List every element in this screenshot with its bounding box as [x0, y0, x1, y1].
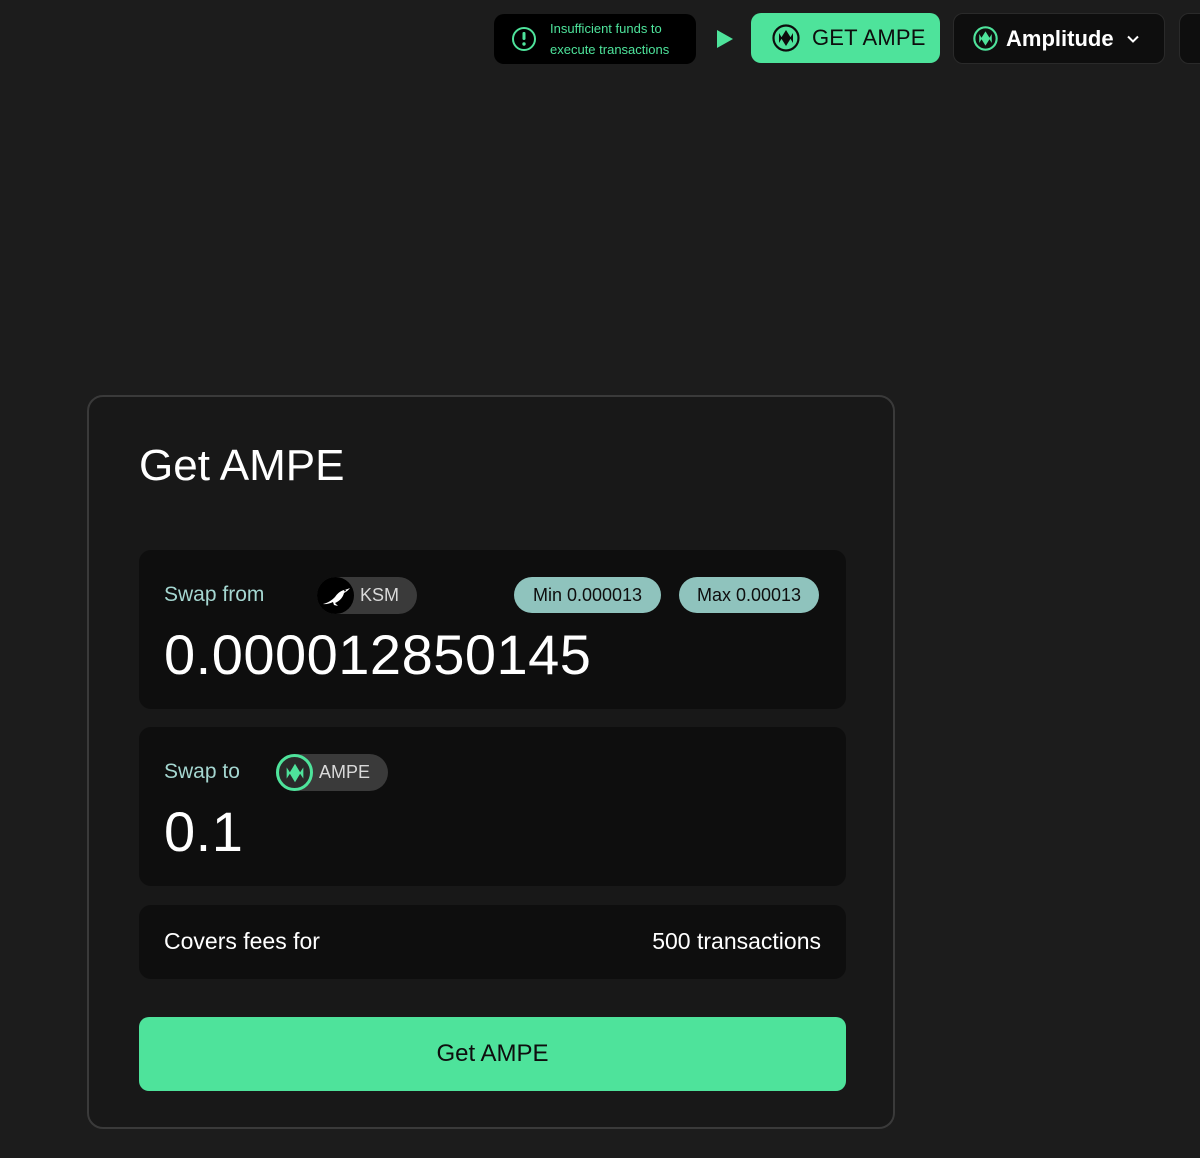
play-triangle-icon: [717, 30, 733, 48]
account-button[interactable]: [1179, 13, 1200, 64]
kusama-bird-icon: [317, 577, 354, 614]
chevron-down-icon: [1127, 35, 1139, 43]
swap-to-label: Swap to: [164, 760, 240, 783]
max-amount-button[interactable]: Max 0.00013: [679, 577, 819, 613]
network-label: Amplitude: [1006, 25, 1114, 51]
swap-from-label: Swap from: [164, 583, 265, 606]
swap-to-token-name: AMPE: [319, 762, 371, 782]
min-amount-button[interactable]: Min 0.000013: [514, 577, 661, 613]
get-ampe-top-button[interactable]: GET AMPE: [751, 13, 940, 63]
swap-from-amount-input[interactable]: 0.000012850145: [164, 622, 814, 687]
get-ampe-top-label: GET AMPE: [812, 25, 926, 50]
swap-to-token-chip: AMPE: [276, 754, 389, 791]
get-ampe-submit-button[interactable]: Get AMPE: [139, 1017, 846, 1091]
amplitude-logo-icon: [772, 24, 800, 52]
warning-line-2: execute transactions: [550, 42, 670, 57]
network-selector[interactable]: Amplitude: [953, 13, 1165, 64]
warning-line-1: Insufficient funds to: [550, 21, 662, 36]
amplitude-logo-icon: [276, 754, 313, 791]
fees-label: Covers fees for: [164, 928, 320, 954]
insufficient-funds-text: Insufficient funds to execute transactio…: [550, 18, 669, 60]
card-title: Get AMPE: [139, 441, 345, 490]
swap-from-token-name: KSM: [360, 585, 400, 605]
insufficient-funds-notice: Insufficient funds to execute transactio…: [494, 14, 696, 64]
fees-value: 500 transactions: [652, 928, 821, 954]
amplitude-logo-icon: [973, 26, 998, 51]
get-ampe-card: Get AMPE Swap from KSM Min 0.000013 Max …: [87, 395, 895, 1129]
swap-from-token-chip[interactable]: KSM: [317, 577, 418, 614]
swap-to-panel: Swap to AMPE 0.1: [139, 727, 846, 886]
fees-info-panel: Covers fees for 500 transactions: [139, 905, 846, 979]
swap-to-amount: 0.1: [164, 800, 244, 863]
exclamation-circle-icon: [512, 27, 536, 51]
swap-from-panel: Swap from KSM Min 0.000013 Max 0.00013 0…: [139, 550, 846, 709]
